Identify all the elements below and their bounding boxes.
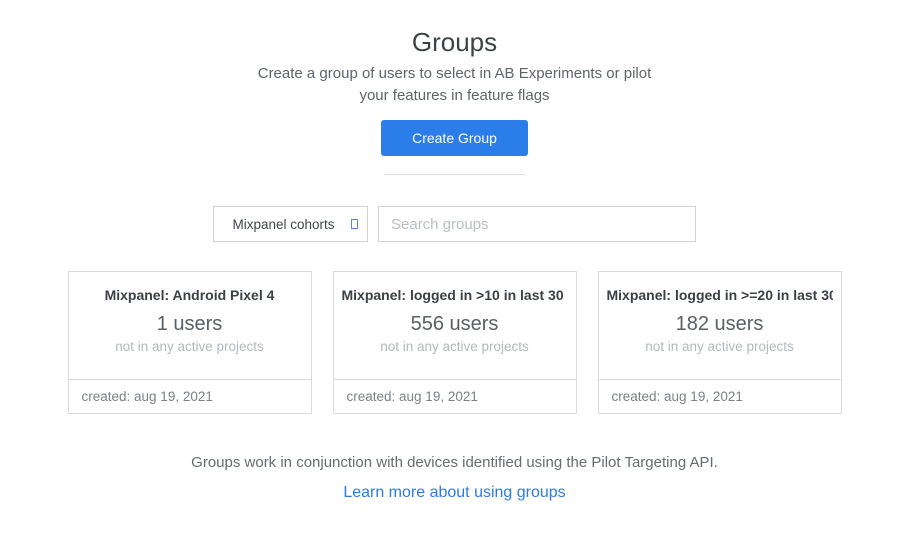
group-card-users-count: 1 users bbox=[77, 312, 303, 336]
group-card-title: Mixpanel: Android Pixel 4 bbox=[77, 286, 303, 304]
page-title: Groups bbox=[0, 0, 909, 58]
group-card-body: Mixpanel: logged in >10 in last 30 ... 5… bbox=[334, 272, 576, 379]
group-card-status: not in any active projects bbox=[342, 339, 568, 354]
group-card-created-label: created: aug 19, 2021 bbox=[69, 379, 311, 413]
group-card-body: Mixpanel: logged in >=20 in last 30... 1… bbox=[599, 272, 841, 379]
group-card-title: Mixpanel: logged in >=20 in last 30... bbox=[607, 286, 833, 304]
group-card-status: not in any active projects bbox=[77, 339, 303, 354]
groups-page: Groups Create a group of users to select… bbox=[0, 0, 909, 558]
dropdown-indicator-icon bbox=[351, 219, 358, 229]
group-card-users-count: 556 users bbox=[342, 312, 568, 336]
create-group-button[interactable]: Create Group bbox=[381, 120, 528, 156]
create-group-button-row: Create Group bbox=[0, 120, 909, 156]
group-card-created-label: created: aug 19, 2021 bbox=[599, 379, 841, 413]
footer-link-row: Learn more about using groups bbox=[0, 484, 909, 502]
groups-info-text: Groups work in conjunction with devices … bbox=[0, 454, 909, 471]
group-card[interactable]: Mixpanel: Android Pixel 4 1 users not in… bbox=[68, 271, 312, 414]
group-card[interactable]: Mixpanel: logged in >=20 in last 30... 1… bbox=[598, 271, 842, 414]
search-groups-input[interactable] bbox=[378, 206, 696, 242]
group-card-users-count: 182 users bbox=[607, 312, 833, 336]
group-cards-row: Mixpanel: Android Pixel 4 1 users not in… bbox=[0, 271, 909, 414]
group-card-status: not in any active projects bbox=[607, 339, 833, 354]
group-card[interactable]: Mixpanel: logged in >10 in last 30 ... 5… bbox=[333, 271, 577, 414]
filter-controls: Mixpanel cohorts bbox=[0, 206, 909, 242]
group-card-title: Mixpanel: logged in >10 in last 30 ... bbox=[342, 286, 568, 304]
page-subtitle: Create a group of users to select in AB … bbox=[255, 63, 655, 107]
cohort-source-dropdown[interactable]: Mixpanel cohorts bbox=[213, 206, 368, 242]
cohort-source-dropdown-label: Mixpanel cohorts bbox=[232, 217, 348, 232]
group-card-created-label: created: aug 19, 2021 bbox=[334, 379, 576, 413]
section-divider bbox=[385, 174, 525, 175]
learn-more-link[interactable]: Learn more about using groups bbox=[343, 484, 565, 501]
group-card-body: Mixpanel: Android Pixel 4 1 users not in… bbox=[69, 272, 311, 379]
